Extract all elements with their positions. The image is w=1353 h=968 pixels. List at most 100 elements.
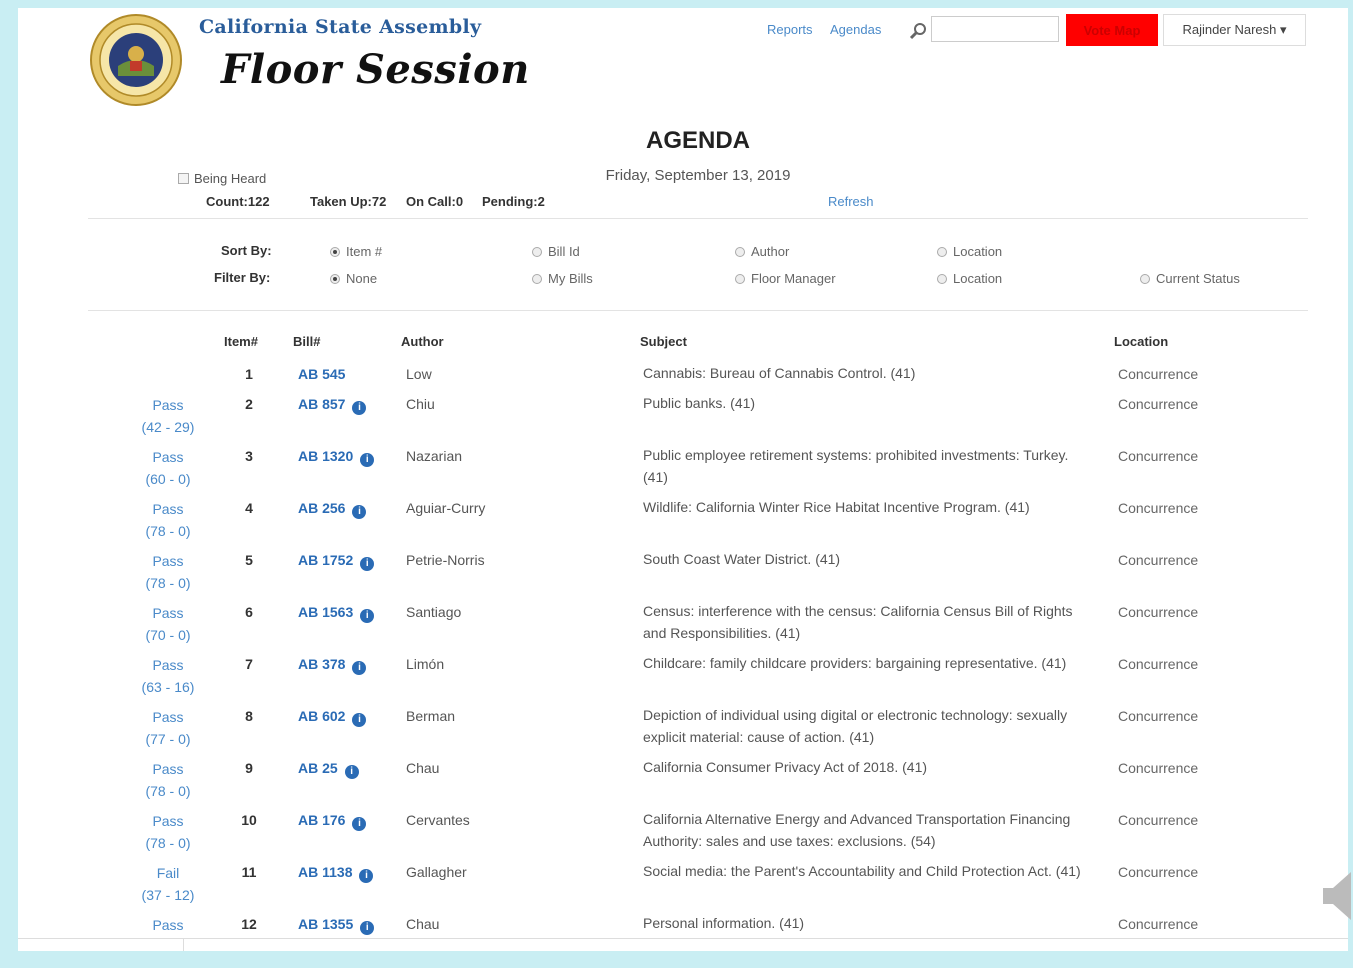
user-menu-button[interactable]: Rajinder Naresh ▾	[1163, 14, 1306, 46]
author-name: Petrie-Norris	[406, 552, 485, 568]
bill-number: AB 602	[298, 708, 346, 724]
item-number: 8	[245, 708, 253, 724]
info-icon[interactable]: i	[359, 869, 374, 883]
bill-link[interactable]: AB 602 i	[298, 708, 367, 727]
vote-tally: (78 - 0)	[145, 523, 191, 539]
radio-icon[interactable]	[1140, 273, 1150, 284]
search-input[interactable]	[931, 16, 1059, 42]
filter-current-status-label: Current Status	[1156, 271, 1240, 286]
info-icon[interactable]: i	[352, 713, 367, 727]
agendas-link[interactable]: Agendas	[830, 22, 881, 37]
speaker-icon[interactable]	[1323, 870, 1353, 922]
bill-number: AB 1138	[298, 864, 353, 880]
bill-number: AB 1355	[298, 916, 354, 932]
item-number: 6	[245, 604, 253, 620]
vote-result[interactable]: Pass (70 - 0)	[128, 602, 208, 646]
filter-floor-manager-radio[interactable]: Floor Manager	[735, 271, 836, 286]
author-name: Aguiar-Curry	[406, 500, 486, 516]
vote-tally: (42 - 29)	[141, 419, 195, 435]
vote-result[interactable]: Pass (77 - 0)	[128, 706, 208, 750]
vote-result[interactable]: Pass (78 - 0)	[128, 810, 208, 854]
table-row: Pass (78 - 0) 9 AB 25 i Chau California Consum…	[18, 758, 1348, 812]
vote-result[interactable]: Fail (37 - 12)	[128, 862, 208, 906]
filter-current-status-radio[interactable]: Current Status	[1140, 271, 1240, 286]
sort-by-label: Sort By:	[221, 243, 272, 258]
bill-link[interactable]: AB 1563 i	[298, 604, 375, 623]
column-header-item: Item#	[224, 334, 258, 349]
vote-result[interactable]: Pass (78 - 0)	[128, 550, 208, 594]
bill-link[interactable]: AB 545	[298, 366, 345, 382]
bill-link[interactable]: AB 857 i	[298, 396, 367, 415]
filter-location-radio[interactable]: Location	[937, 271, 1002, 286]
vote-tally: (78 - 0)	[145, 575, 191, 591]
vote-result[interactable]: Pass (78 - 0)	[128, 758, 208, 802]
info-icon[interactable]: i	[352, 661, 367, 675]
bill-location: Concurrence	[1118, 552, 1199, 568]
bill-link[interactable]: AB 378 i	[298, 656, 367, 675]
bill-link[interactable]: AB 1320 i	[298, 448, 375, 467]
bill-link[interactable]: AB 25 i	[298, 760, 359, 779]
info-icon[interactable]: i	[344, 765, 359, 779]
bill-subject: Wildlife: California Winter Rice Habitat…	[643, 499, 1030, 515]
radio-icon[interactable]	[735, 273, 745, 284]
column-header-author: Author	[401, 334, 444, 349]
radio-icon[interactable]	[937, 246, 947, 257]
radio-icon[interactable]	[937, 273, 947, 284]
item-number: 3	[245, 448, 253, 464]
filter-my-bills-radio[interactable]: My Bills	[532, 271, 593, 286]
on-call-stat: On Call:0	[406, 194, 464, 209]
bill-location: Concurrence	[1118, 864, 1199, 880]
vote-tally: (37 - 12)	[141, 887, 195, 903]
being-heard-checkbox[interactable]: Being Heard	[178, 171, 266, 186]
table-row: Pass (60 - 0) 3 AB 1320 i Nazarian Public empl…	[18, 446, 1348, 500]
reports-link[interactable]: Reports	[767, 22, 813, 37]
radio-icon[interactable]	[532, 246, 542, 257]
vote-result[interactable]: Pass	[128, 914, 208, 936]
bill-subject: Public employee retirement systems: proh…	[643, 447, 1069, 485]
radio-icon[interactable]	[735, 246, 745, 257]
info-icon[interactable]: i	[360, 453, 375, 467]
vote-result[interactable]: Pass (60 - 0)	[128, 446, 208, 490]
radio-icon[interactable]	[330, 273, 340, 284]
bill-location: Concurrence	[1118, 708, 1199, 724]
bill-link[interactable]: AB 1355 i	[298, 916, 375, 935]
sort-location-radio[interactable]: Location	[937, 244, 1002, 259]
checkbox-icon[interactable]	[178, 173, 189, 184]
table-row: Pass (42 - 29) 2 AB 857 i Chiu Public banks. (…	[18, 394, 1348, 448]
info-icon[interactable]: i	[360, 557, 375, 571]
vote-tally: (78 - 0)	[145, 783, 191, 799]
divider	[88, 218, 1308, 219]
bill-link[interactable]: AB 1752 i	[298, 552, 375, 571]
bill-number: AB 857	[298, 396, 346, 412]
sort-author-radio[interactable]: Author	[735, 244, 789, 259]
user-name: Rajinder Naresh	[1182, 22, 1277, 37]
sort-bill-label: Bill Id	[548, 244, 580, 259]
info-icon[interactable]: i	[360, 921, 375, 935]
vote-map-button[interactable]: Vote Map	[1066, 14, 1158, 46]
vote-result[interactable]: Pass (78 - 0)	[128, 498, 208, 542]
vote-tally: (78 - 0)	[145, 835, 191, 851]
info-icon[interactable]: i	[352, 505, 367, 519]
info-icon[interactable]: i	[352, 817, 367, 831]
sort-item-radio[interactable]: Item #	[330, 244, 382, 259]
bill-link[interactable]: AB 1138 i	[298, 864, 374, 883]
filter-none-radio[interactable]: None	[330, 271, 377, 286]
radio-icon[interactable]	[532, 273, 542, 284]
author-name: Gallagher	[406, 864, 467, 880]
bill-link[interactable]: AB 256 i	[298, 500, 367, 519]
org-title: California State Assembly	[199, 16, 482, 38]
search-icon	[909, 23, 926, 40]
refresh-link[interactable]: Refresh	[828, 194, 874, 209]
bill-number: AB 1563	[298, 604, 354, 620]
bill-link[interactable]: AB 176 i	[298, 812, 367, 831]
sort-bill-radio[interactable]: Bill Id	[532, 244, 580, 259]
radio-icon[interactable]	[330, 246, 340, 257]
bottom-bar	[18, 938, 1348, 951]
sort-location-label: Location	[953, 244, 1003, 259]
bill-location: Concurrence	[1118, 396, 1199, 412]
bill-number: AB 256	[298, 500, 346, 516]
info-icon[interactable]: i	[360, 609, 375, 623]
vote-result[interactable]: Pass (42 - 29)	[128, 394, 208, 438]
info-icon[interactable]: i	[352, 401, 367, 415]
vote-result[interactable]: Pass (63 - 16)	[128, 654, 208, 698]
